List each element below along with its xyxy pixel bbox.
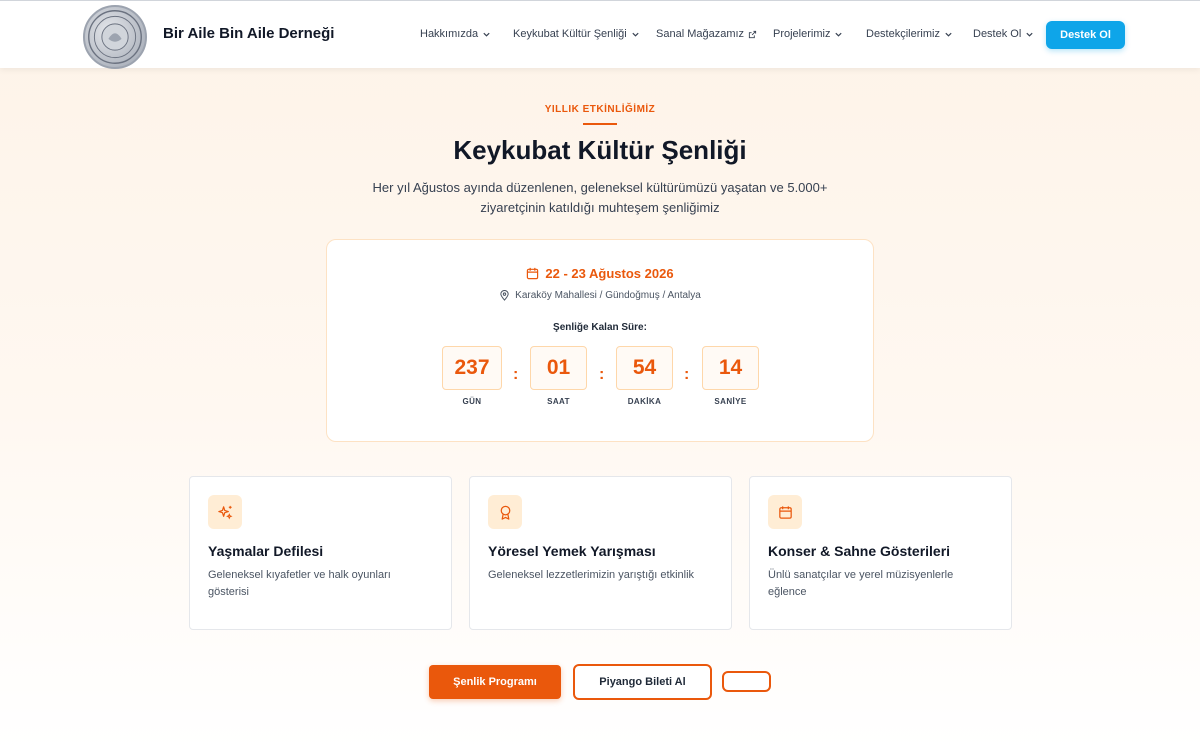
event-date: 22 - 23 Ağustos 2026 <box>327 266 873 281</box>
nav-item-projeler[interactable]: Projelerimiz <box>773 28 843 40</box>
subtitle-line: ziyaretçinin katıldığı muhteşem şenliğim… <box>480 200 720 215</box>
countdown-seconds-label: SANİYE <box>714 397 747 406</box>
chevron-down-icon <box>945 32 952 37</box>
eyebrow-divider <box>583 123 617 125</box>
nav-item-label: Keykubat Kültür Şenliği <box>513 28 627 40</box>
brand-name[interactable]: Bir Aile Bin Aile Derneği <box>163 25 334 42</box>
feature-title: Yaşmalar Defilesi <box>208 543 324 559</box>
map-pin-icon <box>500 290 509 301</box>
countdown-minutes: 54 <box>616 346 673 390</box>
feature-description: Geleneksel kıyafetler ve halk oyunları g… <box>208 569 391 598</box>
nav-item-label: Destekçilerimiz <box>866 28 940 40</box>
remaining-label: Şenliğe Kalan Süre: <box>553 322 647 333</box>
event-location: Karaköy Mahallesi / Gündoğmuş / Antalya <box>327 290 873 301</box>
calendar-icon-graphic <box>778 505 792 519</box>
nav-item-magaza[interactable]: Sanal Mağazamız <box>656 28 757 40</box>
page-subtitle: Her yıl Ağustos ayında düzenlenen, gelen… <box>360 178 840 218</box>
subtitle-line: Her yıl Ağustos ayında düzenlenen, gelen… <box>372 180 828 195</box>
seal-logo-graphic <box>88 10 142 64</box>
lottery-ticket-button[interactable]: Piyango Bileti Al <box>573 664 712 700</box>
feature-description: Ünlü sanatçılar ve yerel müzisyenlerle e… <box>768 569 954 598</box>
feature-title: Yöresel Yemek Yarışması <box>488 543 656 559</box>
countdown-separator: : <box>684 366 690 383</box>
calendar-icon <box>527 267 539 280</box>
countdown-separator: : <box>599 366 605 383</box>
countdown-minutes-label: DAKİKA <box>627 397 662 406</box>
page-title: Keykubat Kültür Şenliği <box>453 135 747 165</box>
event-location-text: Karaköy Mahallesi / Gündoğmuş / Antalya <box>515 290 701 301</box>
site-header: Bir Aile Bin Aile Derneği Hakkımızda Key… <box>0 0 1200 69</box>
nav-item-label: Destek Ol <box>973 28 1022 40</box>
chevron-down-icon <box>1026 32 1033 37</box>
nav-item-label: Sanal Mağazamız <box>656 28 745 40</box>
festival-program-button[interactable]: Şenlik Programı <box>429 665 561 699</box>
chevron-down-icon <box>483 32 490 37</box>
countdown-days: 237 <box>442 346 502 390</box>
event-date-text: 22 - 23 Ağustos 2026 <box>545 266 674 281</box>
countdown-separator: : <box>513 366 519 383</box>
section-eyebrow: YILLIK ETKİNLİĞİMİZ <box>544 104 656 115</box>
award-icon-graphic <box>500 505 510 520</box>
destek-ol-button[interactable]: Destek Ol <box>1046 21 1125 49</box>
calendar-icon <box>768 495 802 529</box>
countdown-days-label: GÜN <box>462 397 482 406</box>
sparkles-icon <box>208 495 242 529</box>
nav-item-label: Projelerimiz <box>773 28 831 40</box>
feature-description: Geleneksel lezzetlerimizin yarıştığı etk… <box>488 569 695 581</box>
feature-card: Konser & Sahne Gösterileri Ünlü sanatçıl… <box>749 476 1012 630</box>
feature-title: Konser & Sahne Gösterileri <box>768 543 951 559</box>
chevron-down-icon <box>835 32 843 37</box>
feature-card: Yaşmalar Defilesi Geleneksel kıyafetler … <box>189 476 452 630</box>
feature-card: Yöresel Yemek Yarışması Geleneksel lezze… <box>469 476 732 630</box>
countdown-hours: 01 <box>530 346 587 390</box>
seal-logo[interactable] <box>83 5 147 69</box>
sparkles-icon-graphic <box>217 505 232 519</box>
countdown-hours-label: SAAT <box>547 397 570 406</box>
nav-item-destekciler[interactable]: Destekçilerimiz <box>866 28 953 40</box>
external-link-icon <box>748 30 757 38</box>
countdown-card: 22 - 23 Ağustos 2026 Karaköy Mahallesi /… <box>326 239 874 442</box>
nav-item-senlik[interactable]: Keykubat Kültür Şenliği <box>513 28 640 40</box>
award-icon <box>488 495 522 529</box>
empty-outline-button[interactable] <box>722 671 771 692</box>
nav-item-destek-ol[interactable]: Destek Ol <box>973 28 1034 40</box>
nav-item-label: Hakkımızda <box>420 28 479 40</box>
chevron-down-icon <box>632 32 639 37</box>
countdown-seconds: 14 <box>702 346 759 390</box>
nav-item-hakkimizda[interactable]: Hakkımızda <box>420 28 491 40</box>
